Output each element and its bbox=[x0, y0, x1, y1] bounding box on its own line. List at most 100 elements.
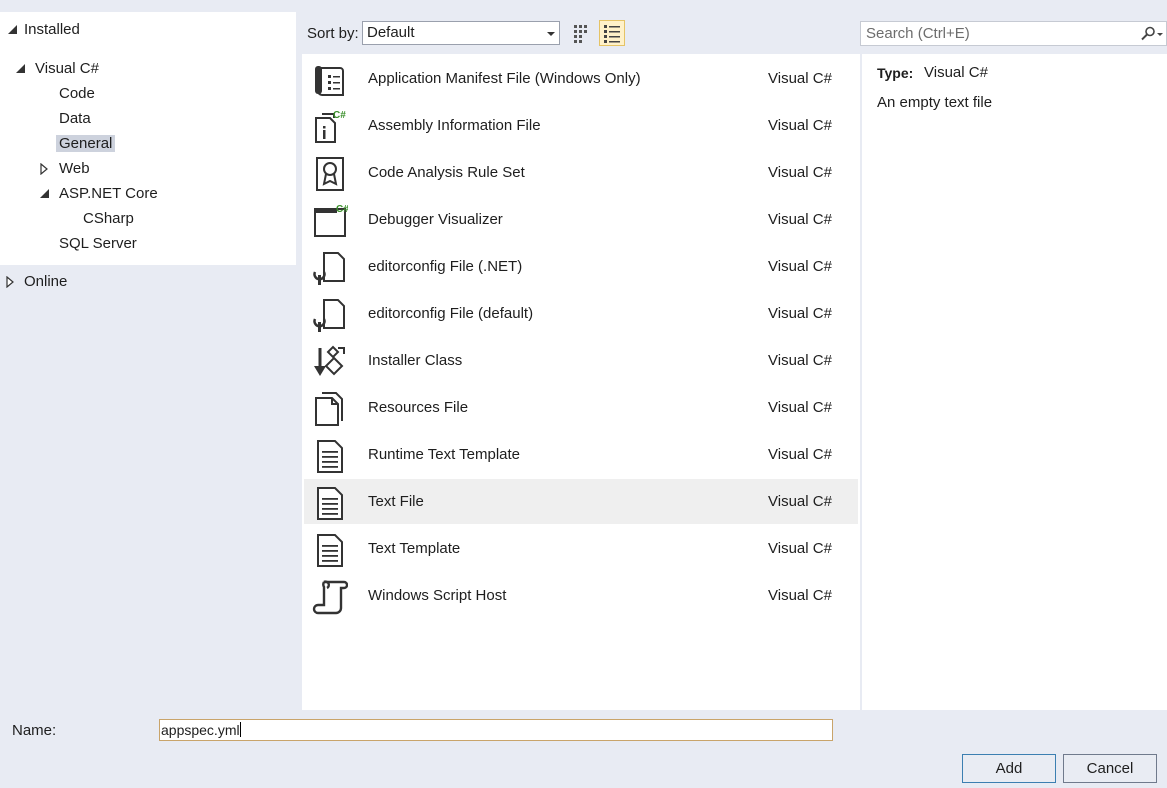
expanded-arrow-icon bbox=[8, 25, 17, 34]
template-language: Visual C# bbox=[768, 70, 832, 87]
search-placeholder: Search (Ctrl+E) bbox=[866, 25, 970, 42]
template-name: Resources File bbox=[368, 399, 469, 416]
template-row-editorconfig-net[interactable]: editorconfig File (.NET) Visual C# bbox=[304, 244, 858, 289]
search-input[interactable]: Search (Ctrl+E) bbox=[860, 21, 1167, 46]
chevron-down-icon bbox=[547, 32, 555, 36]
assembly-info-icon: C# bbox=[315, 110, 346, 143]
tree-item-online[interactable]: Online bbox=[6, 271, 67, 293]
rule-set-icon bbox=[316, 157, 344, 191]
template-row-installer-class[interactable]: Installer Class Visual C# bbox=[304, 338, 858, 383]
template-language: Visual C# bbox=[768, 587, 832, 604]
small-icons-view-button[interactable] bbox=[568, 20, 594, 46]
tree-item-web[interactable]: Web bbox=[40, 158, 90, 180]
type-label: Type: bbox=[877, 65, 914, 81]
collapsed-arrow-icon bbox=[6, 276, 14, 288]
template-row-text-file[interactable]: Text File Visual C# bbox=[304, 479, 858, 524]
template-row-text-template[interactable]: Text Template Visual C# bbox=[304, 526, 858, 571]
template-language: Visual C# bbox=[768, 211, 832, 228]
template-name: editorconfig File (default) bbox=[368, 305, 534, 322]
installer-icon bbox=[314, 345, 345, 376]
editorconfig-icon bbox=[313, 252, 345, 285]
template-language: Visual C# bbox=[768, 352, 832, 369]
tree-item-sql-server[interactable]: SQL Server bbox=[59, 233, 137, 255]
template-name: Runtime Text Template bbox=[368, 446, 521, 463]
manifest-icon bbox=[315, 66, 344, 96]
template-row-editorconfig-default[interactable]: editorconfig File (default) Visual C# bbox=[304, 291, 858, 336]
template-name: Text File bbox=[368, 493, 424, 510]
details-pane bbox=[862, 54, 1167, 710]
tree-item-visual-csharp[interactable]: Visual C# bbox=[16, 58, 99, 80]
online-section: Online bbox=[0, 265, 296, 710]
template-language: Visual C# bbox=[768, 305, 832, 322]
debugger-visualizer-icon: C# bbox=[314, 204, 348, 237]
collapsed-arrow-icon bbox=[40, 163, 48, 175]
template-row-code-analysis[interactable]: Code Analysis Rule Set Visual C# bbox=[304, 150, 858, 195]
editorconfig-icon bbox=[313, 299, 345, 332]
template-language: Visual C# bbox=[768, 446, 832, 463]
template-name: Application Manifest File (Windows Only) bbox=[368, 70, 641, 87]
tree-label-data: Data bbox=[59, 110, 91, 127]
name-field[interactable]: appspec.yml bbox=[159, 719, 833, 741]
tree-item-aspnet-core[interactable]: ASP.NET Core bbox=[40, 183, 158, 205]
sort-value: Default bbox=[367, 24, 415, 41]
template-name: Text Template bbox=[368, 540, 461, 557]
tree-label-web: Web bbox=[59, 160, 90, 177]
template-language: Visual C# bbox=[768, 493, 832, 510]
tree-item-csharp[interactable]: CSharp bbox=[83, 208, 134, 230]
template-row-debugger-visualizer[interactable]: C# Debugger Visualizer Visual C# bbox=[304, 197, 858, 242]
tree-item-installed[interactable]: Installed bbox=[8, 19, 80, 41]
cancel-button[interactable]: Cancel bbox=[1063, 754, 1157, 783]
template-row-runtime-text-template[interactable]: Runtime Text Template Visual C# bbox=[304, 432, 858, 477]
type-value: Visual C# bbox=[924, 64, 988, 81]
name-field-value: appspec.yml bbox=[161, 722, 240, 738]
template-name: Installer Class bbox=[368, 352, 463, 369]
grid-view-icon bbox=[574, 25, 587, 43]
template-list: Application Manifest File (Windows Only)… bbox=[302, 54, 860, 710]
tree-label-code: Code bbox=[59, 85, 95, 102]
template-language: Visual C# bbox=[768, 164, 832, 181]
sort-dropdown[interactable]: Default bbox=[362, 21, 560, 45]
name-label: Name: bbox=[12, 722, 57, 739]
tree-item-data[interactable]: Data bbox=[59, 108, 91, 130]
tree-label-general: General bbox=[56, 135, 116, 152]
template-language: Visual C# bbox=[768, 399, 832, 416]
tree-label-visual-csharp: Visual C# bbox=[35, 60, 99, 77]
expanded-arrow-icon bbox=[16, 64, 25, 73]
template-name: Debugger Visualizer bbox=[368, 211, 503, 228]
text-template-icon bbox=[317, 534, 343, 567]
template-tree: Installed Visual C# Code Data General We… bbox=[0, 12, 296, 265]
expanded-arrow-icon bbox=[40, 189, 49, 198]
search-icon[interactable] bbox=[1136, 26, 1164, 42]
template-description: An empty text file bbox=[877, 94, 993, 111]
script-host-icon bbox=[312, 580, 348, 615]
tree-label-installed: Installed bbox=[24, 21, 80, 38]
tree-item-general[interactable]: General bbox=[56, 133, 116, 155]
template-language: Visual C# bbox=[768, 540, 832, 557]
template-language: Visual C# bbox=[768, 258, 832, 275]
text-template-icon bbox=[317, 440, 343, 473]
template-row-windows-script-host[interactable]: Windows Script Host Visual C# bbox=[304, 573, 858, 618]
add-button[interactable]: Add bbox=[962, 754, 1056, 783]
details-view-button[interactable] bbox=[599, 20, 625, 46]
template-language: Visual C# bbox=[768, 117, 832, 134]
template-name: editorconfig File (.NET) bbox=[368, 258, 523, 275]
title-strip bbox=[0, 0, 1167, 12]
tree-label-aspnet-core: ASP.NET Core bbox=[59, 185, 158, 202]
template-row-assembly-info[interactable]: C# Assembly Information File Visual C# bbox=[304, 103, 858, 148]
text-file-icon bbox=[317, 487, 343, 520]
template-name: Windows Script Host bbox=[368, 587, 507, 604]
sort-label: Sort by: bbox=[307, 25, 359, 42]
text-cursor bbox=[239, 722, 241, 737]
tree-label-online: Online bbox=[24, 273, 68, 290]
template-name: Code Analysis Rule Set bbox=[368, 164, 525, 181]
template-row-resources-file[interactable]: Resources File Visual C# bbox=[304, 385, 858, 430]
list-view-icon bbox=[604, 25, 620, 43]
tree-label-sql-server: SQL Server bbox=[59, 235, 137, 252]
svg-text:C#: C# bbox=[333, 110, 346, 121]
tree-label-csharp: CSharp bbox=[83, 210, 134, 227]
svg-text:C#: C# bbox=[336, 204, 348, 215]
tree-item-code[interactable]: Code bbox=[59, 83, 95, 105]
template-row-app-manifest[interactable]: Application Manifest File (Windows Only)… bbox=[304, 56, 858, 101]
template-name: Assembly Information File bbox=[368, 117, 541, 134]
resources-icon bbox=[315, 392, 343, 426]
